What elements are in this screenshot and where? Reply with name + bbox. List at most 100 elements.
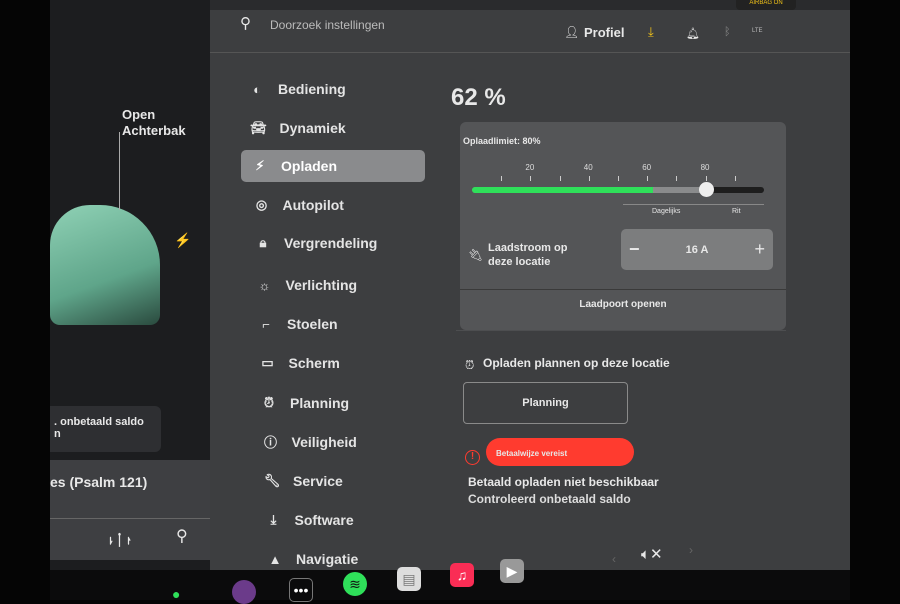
wrench-icon: 🔧︎ bbox=[263, 473, 281, 488]
slider-tick bbox=[734, 176, 736, 181]
menu-item-software[interactable]: ⤓ Software bbox=[255, 504, 439, 536]
slider-tick bbox=[618, 176, 619, 181]
media-player[interactable]: es (Psalm 121) ⇂ᛙ↾ ⚲ bbox=[50, 460, 218, 560]
bluetooth-icon[interactable]: ᛒ bbox=[724, 26, 731, 38]
slider-tick bbox=[705, 176, 707, 181]
charge-limit-handle[interactable] bbox=[698, 182, 714, 197]
download-icon[interactable]: ⤓ bbox=[648, 24, 654, 40]
menu-item-scherm[interactable]: ▭ Scherm bbox=[249, 347, 433, 379]
slider-tick-label: 40 bbox=[583, 163, 593, 172]
menu-item-stoelen[interactable]: ⌐ Stoelen bbox=[247, 308, 431, 340]
toggle-icon: ◐ bbox=[253, 81, 261, 97]
more-apps-icon[interactable]: ••• bbox=[289, 578, 313, 602]
open-charge-port-button[interactable]: Laadpoort openen bbox=[460, 290, 786, 330]
menu-item-label: Service bbox=[293, 473, 343, 489]
balance-notice[interactable]: . onbetaald saldo n bbox=[50, 406, 161, 452]
notice-text: . onbetaald saldo bbox=[54, 416, 144, 428]
open-trunk-button[interactable]: Open Achterbak bbox=[122, 107, 186, 139]
seat-icon: ⌐ bbox=[262, 316, 270, 332]
car-icon: 🚘︎ bbox=[250, 119, 267, 135]
camera-app-icon[interactable] bbox=[232, 580, 256, 604]
slider-tick bbox=[588, 176, 590, 181]
slider-tick bbox=[501, 176, 503, 181]
menu-item-autopilot[interactable]: ◎ Autopilot bbox=[243, 189, 427, 221]
search-icon[interactable]: ⚲ bbox=[240, 14, 251, 32]
menu-item-verlichting[interactable]: ☼ Verlichting bbox=[246, 269, 430, 301]
charge-limit-label: Oplaadlimiet: 80% bbox=[463, 136, 541, 146]
menu-item-label: Verlichting bbox=[285, 277, 358, 293]
menu-item-label: Software bbox=[294, 512, 354, 529]
schedule-title: Opladen plannen op deze locatie bbox=[483, 356, 670, 370]
menu-item-label: Planning bbox=[290, 394, 350, 411]
menu-item-label: Vergrendeling bbox=[284, 235, 378, 252]
profile-button[interactable]: Profiel bbox=[584, 25, 624, 40]
current-value: 16 A bbox=[685, 243, 709, 256]
music-app-icon[interactable]: ♫ bbox=[450, 563, 474, 587]
battery-percent: 62 % bbox=[451, 84, 506, 111]
charge-current-label: Laadstroom op deze locatie bbox=[488, 241, 567, 269]
video-app-icon[interactable]: ▶ bbox=[500, 559, 524, 583]
download-icon: ⤓ bbox=[270, 512, 277, 528]
display-icon: ▭ bbox=[261, 355, 274, 371]
payment-required-badge[interactable]: Betaalwijze vereist bbox=[486, 438, 634, 466]
menu-item-planning[interactable]: ⏰︎ Planning bbox=[250, 387, 434, 419]
slider-tick bbox=[676, 176, 678, 181]
slider-tick bbox=[647, 176, 649, 181]
alarm-icon: ⏰︎ bbox=[465, 358, 475, 372]
slider-tick bbox=[559, 176, 561, 181]
range-trip-label: Rit bbox=[732, 208, 741, 215]
spotify-icon[interactable]: ≋ bbox=[343, 572, 367, 596]
lte-signal-icon: LTE bbox=[752, 28, 763, 34]
car-image bbox=[50, 205, 160, 325]
next-arrow-icon[interactable]: › bbox=[689, 543, 693, 557]
decrease-current-button[interactable]: − bbox=[629, 239, 640, 260]
menu-item-label: Stoelen bbox=[287, 316, 338, 333]
menu-item-label: Dynamiek bbox=[279, 119, 346, 136]
previous-arrow-icon[interactable]: ‹ bbox=[612, 552, 616, 566]
bolt-icon: ⚡︎ bbox=[255, 158, 265, 174]
check-balance-text: Controleerd onbetaald saldo bbox=[468, 492, 631, 506]
increase-current-button[interactable]: + bbox=[754, 239, 765, 260]
plug-icon: 🔌︎ bbox=[468, 248, 484, 262]
bell-icon[interactable]: 🔔︎ bbox=[686, 27, 700, 40]
radio-app-icon[interactable]: ▤ bbox=[397, 567, 421, 591]
menu-item-label: Autopilot bbox=[282, 196, 344, 213]
battery-fill bbox=[472, 187, 654, 193]
alarm-icon: ⏰︎ bbox=[263, 394, 275, 410]
menu-item-label: Bediening bbox=[278, 81, 346, 97]
charging-bolt-icon: ⚡ bbox=[174, 232, 192, 248]
menu-item-label: Opladen bbox=[281, 158, 338, 175]
equalizer-icon[interactable]: ⇂ᛙ↾ bbox=[106, 532, 133, 549]
profile-icon[interactable]: 👤︎ bbox=[564, 25, 579, 39]
section-divider bbox=[456, 330, 786, 331]
menu-item-dynamiek[interactable]: 🚘︎ Dynamiek bbox=[240, 112, 424, 144]
search-icon[interactable]: ⚲ bbox=[176, 526, 188, 546]
menu-item-label: Scherm bbox=[288, 355, 340, 372]
planning-button[interactable]: Planning bbox=[463, 382, 628, 424]
range-divider bbox=[623, 204, 764, 205]
sun-icon: ☼ bbox=[258, 277, 271, 293]
media-title: es (Psalm 121) bbox=[50, 474, 148, 490]
menu-item-opladen[interactable]: ⚡︎ Opladen bbox=[241, 150, 425, 183]
menu-item-service[interactable]: 🔧︎ Service bbox=[253, 465, 437, 497]
menu-item-bediening[interactable]: ◐ Bediening bbox=[238, 73, 422, 105]
lock-icon: 🔒︎ bbox=[259, 235, 267, 251]
trunk-label-2: Achterbak bbox=[122, 123, 186, 138]
paid-charging-unavailable: Betaald opladen niet beschikbaar bbox=[468, 475, 659, 489]
menu-item-label: Veiligheid bbox=[291, 433, 357, 450]
airbag-indicator: AIRBAG ON bbox=[736, 0, 796, 10]
notice-text-2: n bbox=[54, 428, 61, 440]
slider-tick bbox=[530, 176, 532, 181]
slider-tick-label: 80 bbox=[700, 163, 710, 172]
steering-wheel-icon: ◎ bbox=[255, 196, 268, 212]
alert-icon: ⓘ bbox=[263, 435, 277, 451]
menu-item-vergrendeling[interactable]: 🔒︎ Vergrendeling bbox=[244, 227, 428, 259]
charge-current-line-1: Laadstroom op bbox=[488, 242, 568, 254]
menu-item-veiligheid[interactable]: ⓘ Veiligheid bbox=[252, 426, 436, 458]
mute-icon[interactable]: 🔈︎✕ bbox=[641, 545, 663, 563]
trunk-label: Open bbox=[122, 107, 156, 122]
alert-icon: ! bbox=[465, 450, 480, 465]
slider-tick-label: 20 bbox=[525, 163, 535, 172]
trunk-line bbox=[119, 132, 120, 210]
search-input[interactable]: Doorzoek instellingen bbox=[270, 18, 385, 32]
